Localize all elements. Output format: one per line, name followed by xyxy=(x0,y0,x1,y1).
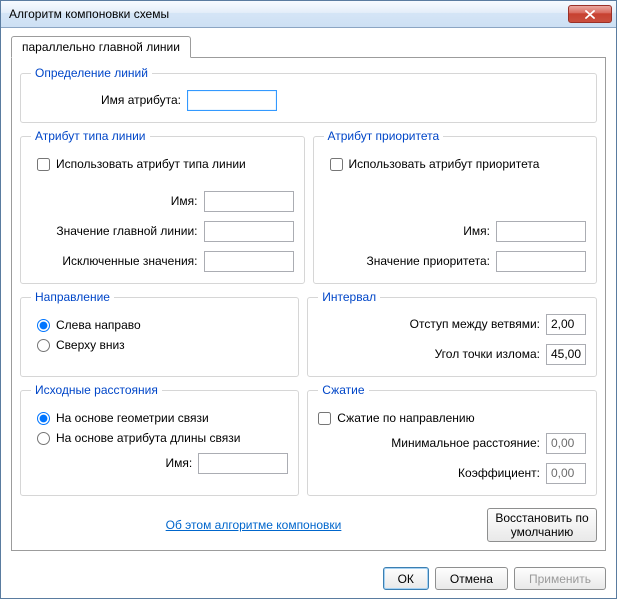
titlebar: Алгоритм компоновки схемы xyxy=(1,1,616,28)
line-type-name-input[interactable] xyxy=(204,191,294,212)
branch-offset-label: Отступ между ветвями: xyxy=(410,317,540,331)
min-distance-label: Минимальное расстояние: xyxy=(391,436,540,450)
min-distance-input[interactable] xyxy=(546,433,586,454)
cancel-button[interactable]: Отмена xyxy=(435,567,508,590)
initdist-geometry-label: На основе геометрии связи xyxy=(56,411,209,425)
group-init-distances-legend: Исходные расстояния xyxy=(31,383,162,397)
group-priority-legend: Атрибут приоритета xyxy=(324,129,444,143)
excluded-values-label: Исключенные значения: xyxy=(62,254,197,268)
break-angle-label: Угол точки излома: xyxy=(435,347,540,361)
window-title: Алгоритм компоновки схемы xyxy=(9,7,568,21)
use-priority-checkbox[interactable] xyxy=(330,158,343,171)
excluded-values-input[interactable] xyxy=(204,251,294,272)
tab-mainline-parallel[interactable]: параллельно главной линии xyxy=(11,36,191,58)
close-icon xyxy=(585,10,595,19)
panel-bottom-row: Об этом алгоритме компоновки Восстановит… xyxy=(20,508,597,542)
compress-direction-label: Сжатие по направлению xyxy=(337,411,474,425)
priority-value-input[interactable] xyxy=(496,251,586,272)
group-init-distances: Исходные расстояния На основе геометрии … xyxy=(20,383,299,496)
group-lines-definition-legend: Определение линий xyxy=(31,66,152,80)
group-line-type-legend: Атрибут типа линии xyxy=(31,129,150,143)
branch-offset-input[interactable] xyxy=(546,314,586,335)
client-area: параллельно главной линии Определение ли… xyxy=(1,28,616,559)
about-algorithm-link[interactable]: Об этом алгоритме компоновки xyxy=(166,518,342,532)
initdist-attribute-label: На основе атрибута длины связи xyxy=(56,431,240,445)
restore-defaults-button[interactable]: Восстановить по умолчанию xyxy=(487,508,597,542)
direction-ttb-label: Сверху вниз xyxy=(56,338,125,352)
group-priority: Атрибут приоритета Использовать атрибут … xyxy=(313,129,598,284)
main-line-value-input[interactable] xyxy=(204,221,294,242)
dialog-window: Алгоритм компоновки схемы параллельно гл… xyxy=(0,0,617,599)
initdist-attribute-radio[interactable] xyxy=(37,432,50,445)
group-line-type: Атрибут типа линии Использовать атрибут … xyxy=(20,129,305,284)
apply-button[interactable]: Применить xyxy=(514,567,606,590)
group-lines-definition: Определение линий Имя атрибута: xyxy=(20,66,597,123)
ok-button[interactable]: ОК xyxy=(383,567,429,590)
tab-panel: Определение линий Имя атрибута: Атрибут … xyxy=(11,57,606,551)
group-compress-legend: Сжатие xyxy=(318,383,368,397)
direction-ttb-radio[interactable] xyxy=(37,339,50,352)
main-line-value-label: Значение главной линии: xyxy=(56,224,197,238)
break-angle-input[interactable] xyxy=(546,344,586,365)
use-line-type-checkbox[interactable] xyxy=(37,158,50,171)
group-direction: Направление Слева направо Сверху вниз xyxy=(20,290,299,377)
priority-name-label: Имя: xyxy=(463,224,490,238)
use-priority-label: Использовать атрибут приоритета xyxy=(349,157,540,171)
compress-direction-checkbox[interactable] xyxy=(318,412,331,425)
direction-ltr-label: Слева направо xyxy=(56,318,141,332)
coefficient-label: Коэффициент: xyxy=(458,466,540,480)
tabstrip: параллельно главной линии xyxy=(11,36,606,57)
row-initdist-compress: Исходные расстояния На основе геометрии … xyxy=(20,383,597,496)
dialog-button-bar: ОК Отмена Применить xyxy=(1,559,616,598)
use-line-type-label: Использовать атрибут типа линии xyxy=(56,157,246,171)
group-compress: Сжатие Сжатие по направлению Минимальное… xyxy=(307,383,597,496)
group-interval: Интервал Отступ между ветвями: Угол точк… xyxy=(307,290,597,377)
priority-name-input[interactable] xyxy=(496,221,586,242)
priority-value-label: Значение приоритета: xyxy=(367,254,490,268)
group-interval-legend: Интервал xyxy=(318,290,380,304)
initdist-name-label: Имя: xyxy=(166,456,193,470)
close-button[interactable] xyxy=(568,5,612,23)
initdist-geometry-radio[interactable] xyxy=(37,412,50,425)
initdist-name-input[interactable] xyxy=(198,453,288,474)
coefficient-input[interactable] xyxy=(546,463,586,484)
direction-ltr-radio[interactable] xyxy=(37,319,50,332)
line-type-name-label: Имя: xyxy=(171,194,198,208)
attr-name-label: Имя атрибута: xyxy=(101,93,181,107)
row-linetype-priority: Атрибут типа линии Использовать атрибут … xyxy=(20,129,597,284)
group-direction-legend: Направление xyxy=(31,290,114,304)
row-direction-interval: Направление Слева направо Сверху вниз Ин… xyxy=(20,290,597,377)
attr-name-input[interactable] xyxy=(187,90,277,111)
